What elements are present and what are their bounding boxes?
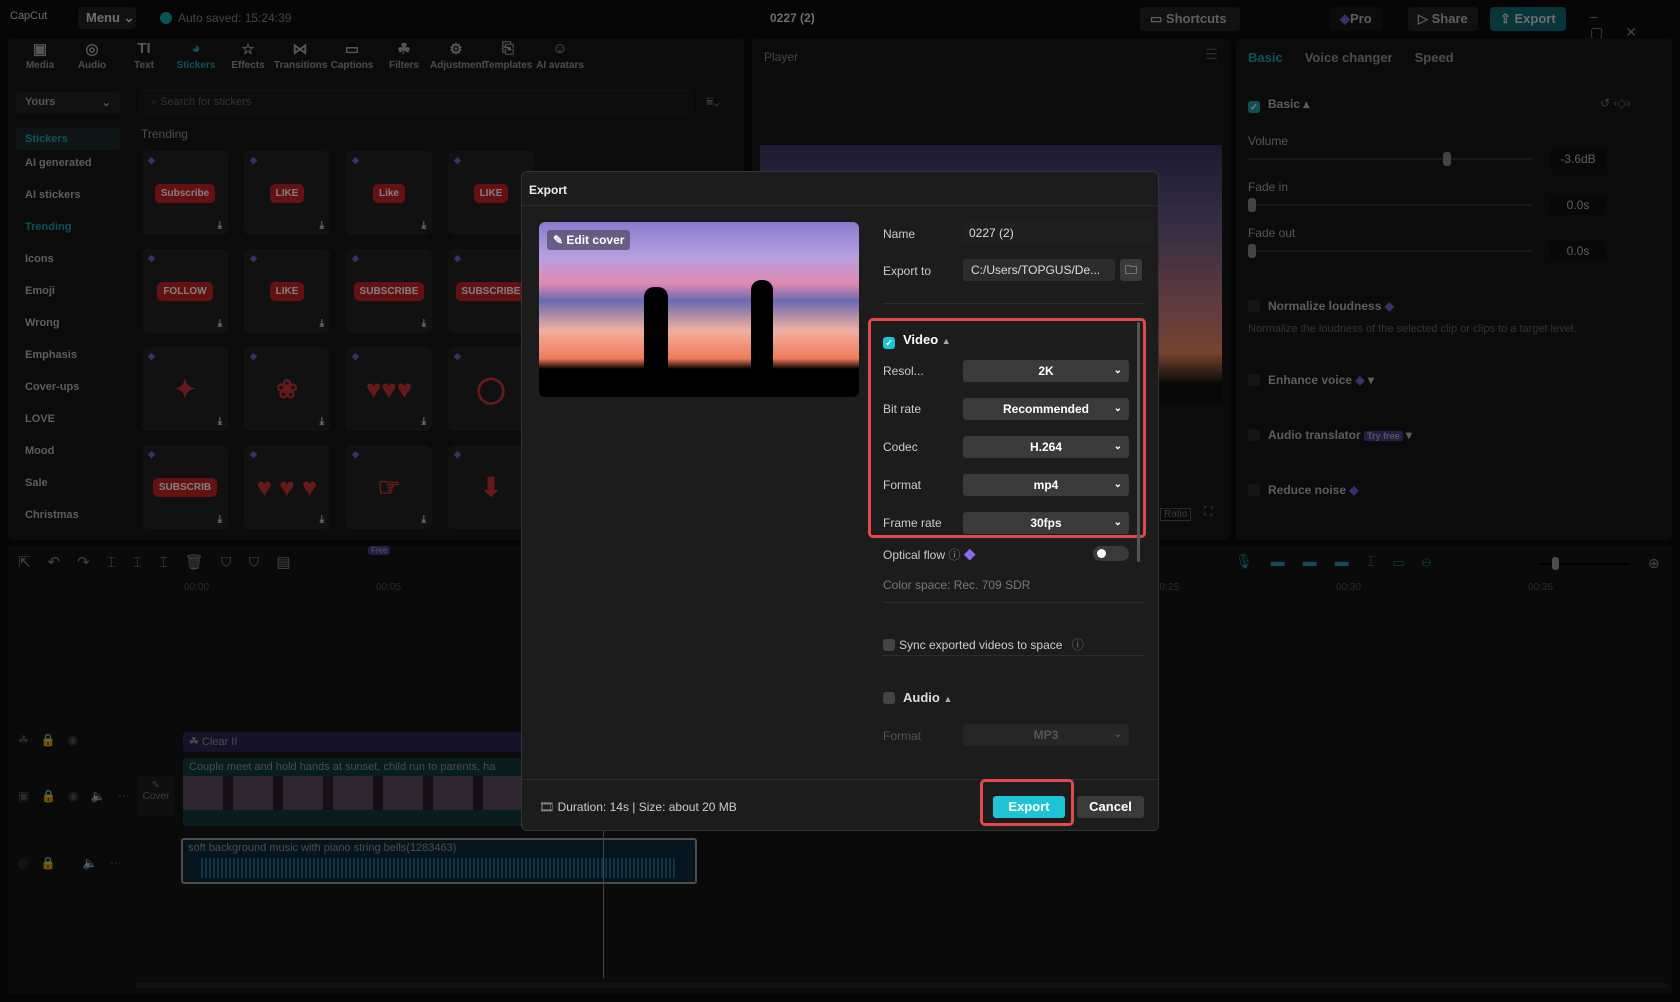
sync-label: Sync exported videos to space: [899, 638, 1063, 652]
chevron-down-icon: ⌄: [1113, 365, 1122, 376]
export-button[interactable]: Export: [993, 796, 1065, 818]
name-input[interactable]: 0227 (2): [963, 222, 1153, 244]
codecdropdown[interactable]: H.264 ⌄: [963, 436, 1129, 458]
chevron-down-icon: ⌄: [1113, 441, 1122, 452]
frame-ratedropdown[interactable]: 30fps ⌄: [963, 512, 1129, 534]
sync-checkbox[interactable]: [883, 639, 895, 651]
codeclabel: Codec: [883, 440, 918, 454]
help-icon[interactable]: ⓘ: [948, 548, 960, 562]
divider: [883, 602, 1145, 603]
gem-icon: ◆: [963, 548, 976, 562]
optical-flow-label: Optical flow: [883, 548, 946, 562]
scrollbar[interactable]: [1137, 322, 1140, 562]
frame-ratelabel: Frame rate: [883, 516, 942, 530]
dropdown-value: 30fps: [1030, 516, 1062, 530]
audio-format-dropdown[interactable]: MP3 ⌄: [963, 724, 1129, 746]
audio-format-value: MP3: [1033, 728, 1059, 742]
export-dialog: Export ✎ Edit cover Name 0227 (2) Export…: [521, 171, 1159, 831]
toggle-knob: [1097, 549, 1106, 558]
optical-flow-row: Optical flow ⓘ ◆: [883, 546, 976, 563]
audio-section-toggle[interactable]: Audio ▲: [883, 690, 952, 705]
dropdown-value: H.264: [1029, 440, 1063, 454]
sync-row[interactable]: Sync exported videos to space ⓘ: [883, 636, 1084, 653]
formatdropdown[interactable]: mp4 ⌄: [963, 474, 1129, 496]
dropdown-value: 2K: [1038, 364, 1054, 378]
divider: [883, 303, 1145, 304]
name-label: Name: [883, 227, 916, 241]
resol-label: Resol...: [883, 364, 924, 378]
bit-ratelabel: Bit rate: [883, 402, 922, 416]
dropdown-value: Recommended: [1002, 402, 1090, 416]
divider: [883, 655, 1145, 656]
chevron-down-icon: ⌄: [1113, 403, 1122, 414]
video-section-label: Video: [903, 332, 939, 347]
silhouette-woman: [644, 287, 668, 377]
video-section-toggle[interactable]: ✓ Video ▲: [883, 332, 951, 349]
bit-ratedropdown[interactable]: Recommended ⌄: [963, 398, 1129, 420]
optical-flow-toggle[interactable]: [1093, 546, 1129, 561]
color-space-text: Color space: Rec. 709 SDR: [883, 578, 1031, 592]
export-summary: 🎞 Duration: 14s | Size: about 20 MB: [539, 800, 737, 814]
video-checkbox[interactable]: ✓: [883, 337, 895, 349]
formatlabel: Format: [883, 478, 922, 492]
export-to-label: Export to: [883, 264, 932, 278]
folder-icon[interactable]: 🗀: [1120, 259, 1142, 281]
help-icon[interactable]: ⓘ: [1072, 638, 1084, 652]
divider: [522, 205, 1158, 206]
duration-size-text: Duration: 14s | Size: about 20 MB: [557, 800, 737, 814]
chevron-down-icon: ⌄: [1113, 479, 1122, 490]
cover-thumbnail[interactable]: ✎ Edit cover: [539, 222, 859, 397]
dropdown-value: mp4: [1033, 478, 1059, 492]
export-path-input[interactable]: C:/Users/TOPGUS/De...: [963, 259, 1115, 281]
audio-checkbox[interactable]: [883, 692, 895, 704]
chevron-down-icon: ⌄: [1113, 517, 1122, 528]
resol-dropdown[interactable]: 2K ⌄: [963, 360, 1129, 382]
dialog-title: Export: [529, 183, 568, 197]
audio-format-label: Format: [883, 729, 922, 743]
film-icon: 🎞: [539, 800, 555, 814]
cancel-button[interactable]: Cancel: [1077, 796, 1144, 818]
silhouette-man: [751, 280, 773, 378]
edit-cover-label: Edit cover: [566, 233, 625, 247]
edit-cover-button[interactable]: ✎ Edit cover: [547, 230, 631, 250]
audio-section-label: Audio: [903, 690, 940, 705]
video-settings-highlight: [868, 318, 1146, 538]
